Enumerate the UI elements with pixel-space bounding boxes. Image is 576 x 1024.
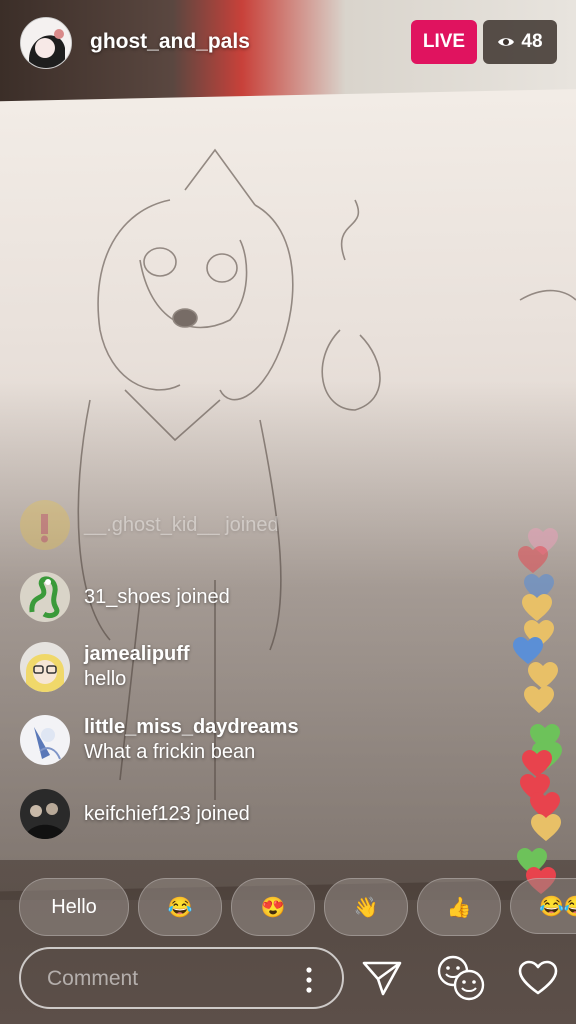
- comment-username[interactable]: jamealipuff: [84, 642, 190, 666]
- quick-reply-hello[interactable]: Hello: [19, 878, 129, 936]
- comment-username[interactable]: 31_shoes: [84, 586, 171, 608]
- comment-joined: 31_shoes joined: [20, 572, 230, 622]
- quick-reply-double-laugh[interactable]: 😂😂: [510, 878, 576, 934]
- user-avatar-image: [26, 654, 64, 692]
- comment-joined: keifchief123 joined: [20, 789, 250, 839]
- user-avatar-image: [24, 803, 68, 839]
- heart-icon: [518, 546, 548, 573]
- quick-reply-heart-eyes[interactable]: 😍: [231, 878, 315, 936]
- comment-username[interactable]: keifchief123: [84, 803, 191, 825]
- kebab-menu-icon[interactable]: [303, 965, 315, 995]
- host-avatar[interactable]: [20, 17, 72, 69]
- host-username[interactable]: ghost_and_pals: [90, 30, 250, 54]
- comment-joined-faded: __.ghost_kid__ joined: [20, 500, 279, 550]
- send-icon: [362, 961, 402, 996]
- comment-field[interactable]: [19, 947, 344, 1009]
- comment-text: hello: [84, 668, 127, 690]
- comment-username[interactable]: little_miss_daydreams: [84, 715, 299, 739]
- live-header: ghost_and_pals LIVE 48: [0, 0, 576, 86]
- face-filter-button[interactable]: [436, 954, 486, 1002]
- user-avatar[interactable]: [20, 715, 70, 765]
- quick-reply-thumbs-up[interactable]: 👍: [417, 878, 501, 936]
- viewer-count-badge[interactable]: 48: [483, 20, 557, 64]
- user-avatar[interactable]: [20, 500, 70, 550]
- joined-label: joined: [196, 803, 250, 825]
- joined-label: joined: [225, 514, 279, 536]
- comment-text: What a frickin bean: [84, 741, 256, 763]
- user-avatar-image: [34, 727, 61, 760]
- user-avatar[interactable]: [20, 572, 70, 622]
- user-avatar[interactable]: [20, 642, 70, 692]
- joined-label: joined: [176, 586, 230, 608]
- comment-message: little_miss_daydreams What a frickin bea…: [20, 715, 299, 765]
- heart-icon: [522, 594, 552, 621]
- quick-reply-laugh[interactable]: 😂: [138, 878, 222, 936]
- user-avatar-image: [29, 576, 60, 619]
- face-filter-icon: [437, 955, 485, 1001]
- user-avatar-image: [41, 514, 48, 543]
- quick-reply-wave[interactable]: 👋: [324, 878, 408, 936]
- send-button[interactable]: [360, 954, 404, 1002]
- heart-icon: [524, 686, 554, 713]
- eye-icon: [498, 38, 515, 46]
- heart-icon: [531, 814, 561, 841]
- comment-username[interactable]: __.ghost_kid__: [84, 514, 220, 536]
- comment-input[interactable]: [45, 963, 289, 995]
- user-avatar[interactable]: [20, 789, 70, 839]
- live-badge: LIVE: [411, 20, 477, 64]
- like-button[interactable]: [516, 954, 560, 1002]
- viewer-count: 48: [521, 31, 543, 52]
- comment-message: jamealipuff hello: [20, 642, 190, 692]
- heart-icon: [518, 960, 558, 995]
- host-avatar-image: [21, 18, 71, 68]
- heart-icon: [513, 637, 543, 664]
